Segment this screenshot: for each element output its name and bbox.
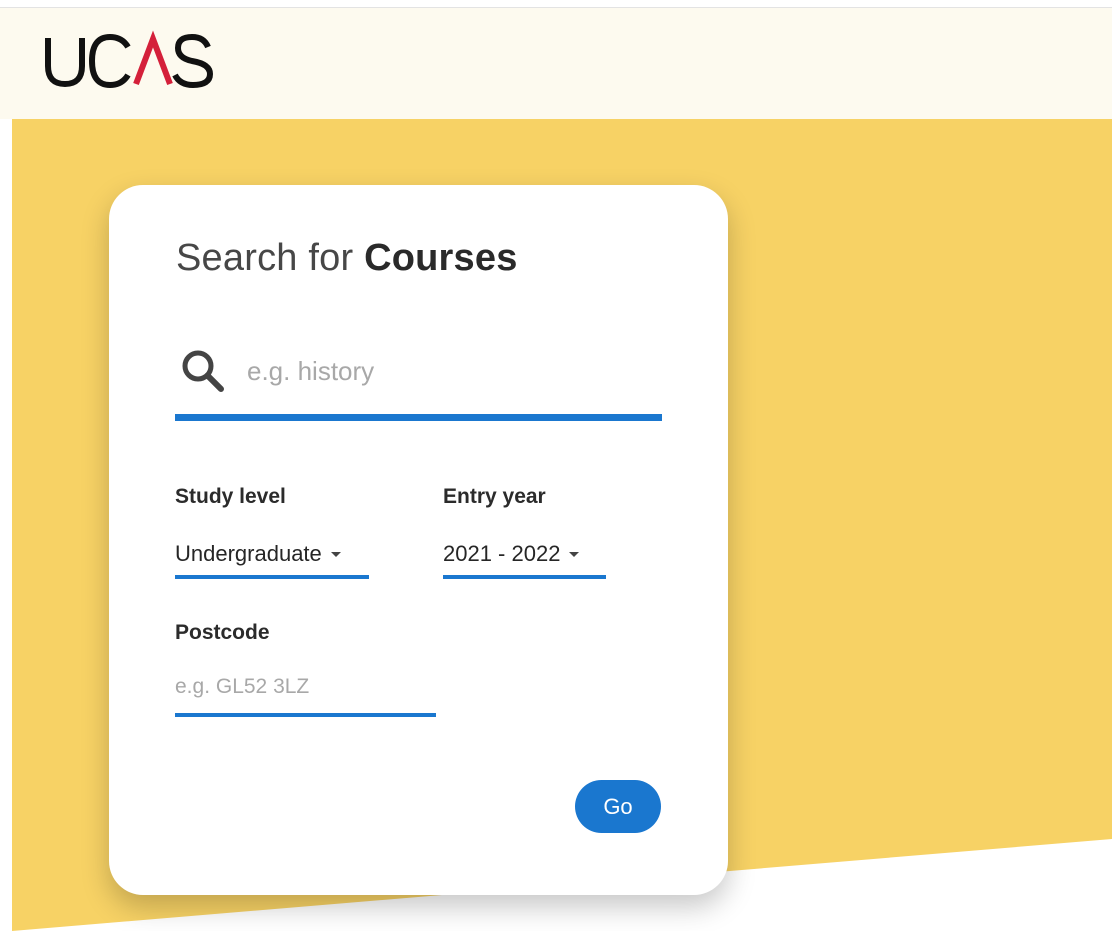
course-search-card: Search for Courses Study level Undergrad… [109,185,728,895]
postcode-field [175,667,436,717]
site-header [0,8,1112,119]
study-level-select[interactable]: Undergraduate [175,533,369,579]
study-level-label: Study level [175,485,286,508]
search-card-title: Search for Courses [176,237,518,280]
postcode-input[interactable] [175,669,430,705]
entry-year-value: 2021 - 2022 [443,541,561,566]
course-search-field [175,335,662,421]
chevron-down-icon [330,551,341,557]
search-icon [182,350,224,392]
ucas-logo-mark [45,30,214,89]
postcode-label: Postcode [175,621,270,644]
title-prefix: Search for [176,237,354,279]
go-button[interactable]: Go [575,780,661,833]
ucas-logo[interactable] [44,30,216,90]
top-border [0,0,1112,8]
entry-year-select[interactable]: 2021 - 2022 [443,533,606,579]
chevron-down-icon [569,551,580,557]
course-search-input[interactable] [247,349,647,393]
title-emphasis: Courses [364,237,518,279]
entry-year-label: Entry year [443,485,546,508]
page: Search for Courses Study level Undergrad… [0,0,1112,931]
study-level-value: Undergraduate [175,541,322,566]
